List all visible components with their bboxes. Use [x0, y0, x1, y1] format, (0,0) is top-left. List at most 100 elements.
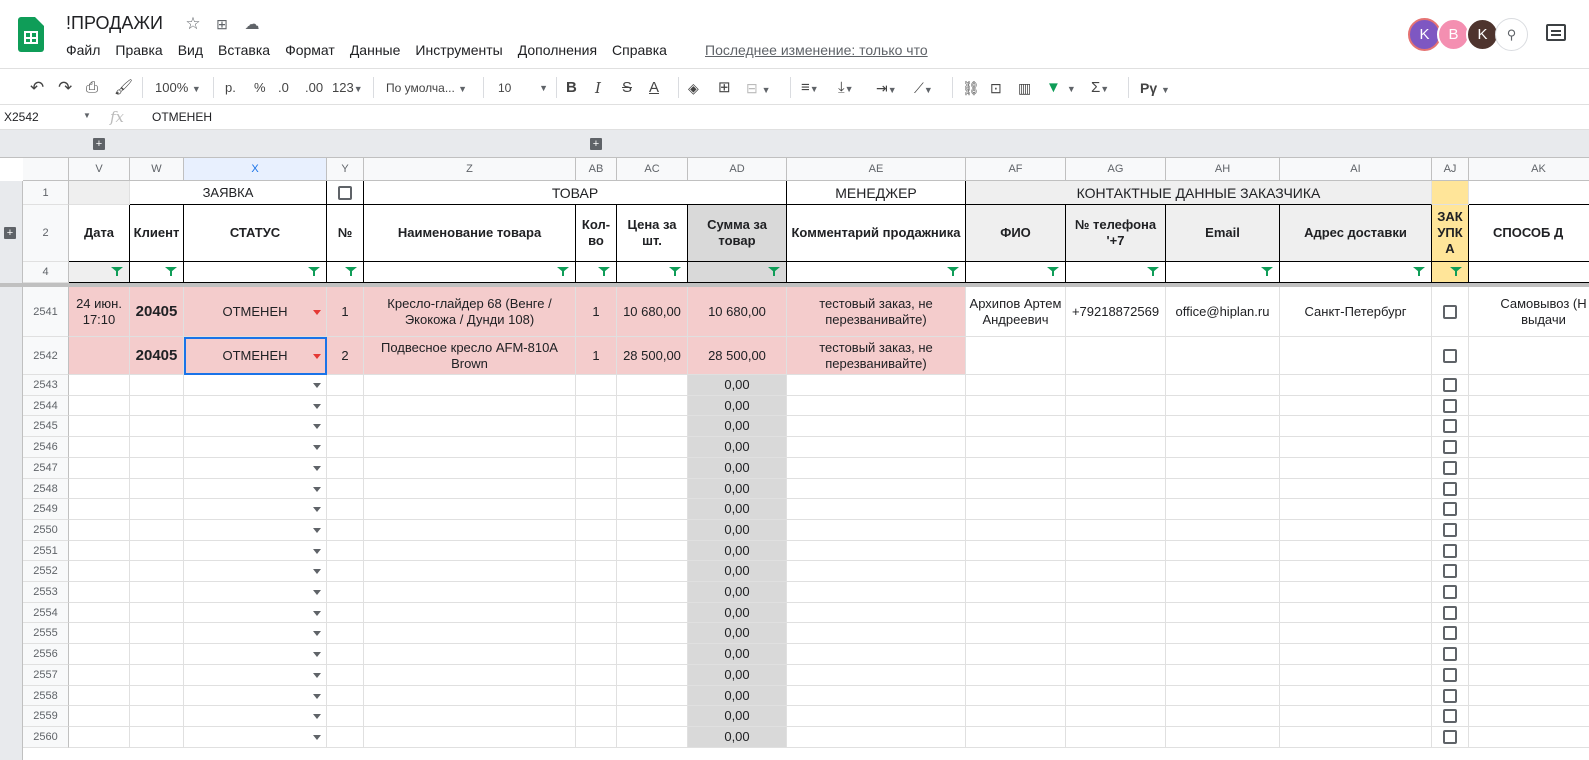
cell[interactable]: [787, 665, 966, 686]
cell[interactable]: [966, 706, 1066, 727]
row-header[interactable]: 2554: [23, 603, 69, 623]
group-header-zayavka[interactable]: ЗАЯВКА: [130, 181, 327, 205]
filter-icon[interactable]: [1147, 267, 1159, 276]
cell[interactable]: 0,00: [688, 665, 787, 686]
cell[interactable]: [1432, 479, 1469, 499]
percent-format-button[interactable]: %: [254, 78, 266, 98]
cell[interactable]: [364, 416, 576, 437]
column-title[interactable]: Дата: [69, 205, 130, 262]
cell[interactable]: [184, 541, 327, 561]
increase-decimal-button[interactable]: .00: [305, 78, 323, 98]
filter-cell[interactable]: [1280, 262, 1432, 283]
filter-cell[interactable]: [617, 262, 688, 283]
group-header-tovar[interactable]: ТОВАР: [364, 181, 787, 205]
menu-insert[interactable]: Вставка: [218, 42, 270, 58]
cell[interactable]: [184, 561, 327, 582]
cell[interactable]: [130, 582, 184, 603]
cell[interactable]: [1469, 686, 1589, 706]
cell[interactable]: [576, 375, 617, 396]
expand-group-icon[interactable]: +: [93, 138, 105, 150]
cell[interactable]: 28 500,00: [688, 337, 787, 375]
cell[interactable]: 0,00: [688, 561, 787, 582]
cell[interactable]: [1469, 561, 1589, 582]
row-header[interactable]: 2560: [23, 727, 69, 748]
cell[interactable]: [1066, 561, 1166, 582]
filter-cell[interactable]: [576, 262, 617, 283]
expand-group-icon[interactable]: +: [590, 138, 602, 150]
menu-file[interactable]: Файл: [66, 42, 100, 58]
filter-icon[interactable]: [308, 267, 320, 276]
checkbox[interactable]: [1443, 626, 1457, 640]
cell[interactable]: 0,00: [688, 479, 787, 499]
row-header[interactable]: 2543: [23, 375, 69, 396]
cell[interactable]: [966, 416, 1066, 437]
row-header[interactable]: 2555: [23, 623, 69, 644]
filter-cell[interactable]: [966, 262, 1066, 283]
cell[interactable]: [576, 623, 617, 644]
cell[interactable]: [1280, 499, 1432, 520]
filter-icon[interactable]: ▼ ▼: [1046, 78, 1076, 98]
cell[interactable]: [787, 623, 966, 644]
filter-cell[interactable]: [184, 262, 327, 283]
row-header[interactable]: 2542: [23, 337, 69, 375]
redo-icon[interactable]: ↷: [58, 78, 72, 98]
print-icon[interactable]: ⎙: [86, 78, 98, 98]
cell[interactable]: [69, 396, 130, 416]
cell[interactable]: [1166, 458, 1280, 479]
cell[interactable]: [1166, 337, 1280, 375]
row-header[interactable]: 2: [23, 205, 69, 262]
cell[interactable]: [1066, 337, 1166, 375]
cell[interactable]: [617, 603, 688, 623]
cell[interactable]: [184, 665, 327, 686]
cell[interactable]: [787, 686, 966, 706]
filter-cell[interactable]: [1432, 262, 1469, 283]
filter-icon[interactable]: [1261, 267, 1273, 276]
cell[interactable]: [364, 623, 576, 644]
italic-button[interactable]: I: [595, 78, 601, 98]
cell[interactable]: 0,00: [688, 499, 787, 520]
column-title[interactable]: Кол-во: [576, 205, 617, 262]
cell[interactable]: [576, 665, 617, 686]
cell[interactable]: [69, 479, 130, 499]
cell[interactable]: [1166, 686, 1280, 706]
cell[interactable]: [1066, 458, 1166, 479]
cell[interactable]: [576, 561, 617, 582]
column-header[interactable]: AI: [1280, 158, 1432, 181]
cell[interactable]: [1280, 541, 1432, 561]
column-title[interactable]: Email: [1166, 205, 1280, 262]
cell[interactable]: [1469, 458, 1589, 479]
insert-comment-icon[interactable]: ⊡: [990, 78, 1002, 98]
cell[interactable]: [576, 499, 617, 520]
cell[interactable]: [576, 582, 617, 603]
column-header[interactable]: V: [69, 158, 130, 181]
cell[interactable]: [364, 458, 576, 479]
checkbox[interactable]: [1443, 502, 1457, 516]
cell[interactable]: [184, 416, 327, 437]
cell[interactable]: [1280, 603, 1432, 623]
cell[interactable]: [69, 686, 130, 706]
text-rotate-icon[interactable]: ⟋▼: [914, 78, 933, 98]
cell[interactable]: [364, 396, 576, 416]
column-header[interactable]: AH: [1166, 158, 1280, 181]
cell[interactable]: [364, 727, 576, 748]
cell[interactable]: [1280, 479, 1432, 499]
cell[interactable]: [966, 337, 1066, 375]
menu-edit[interactable]: Правка: [115, 42, 162, 58]
column-title[interactable]: ЗАК УПК А: [1432, 205, 1469, 262]
row-header[interactable]: 2559: [23, 706, 69, 727]
cell[interactable]: [69, 727, 130, 748]
cell[interactable]: [617, 437, 688, 458]
cell[interactable]: [966, 437, 1066, 458]
cell[interactable]: [130, 665, 184, 686]
filter-cell[interactable]: [364, 262, 576, 283]
column-title[interactable]: № телефона '+7: [1066, 205, 1166, 262]
cell[interactable]: [1469, 665, 1589, 686]
cell[interactable]: [966, 479, 1066, 499]
cell[interactable]: [69, 582, 130, 603]
cell[interactable]: ОТМЕНЕН: [184, 287, 327, 337]
cell[interactable]: [1166, 541, 1280, 561]
checkbox[interactable]: [1443, 304, 1457, 319]
row-header[interactable]: 2553: [23, 582, 69, 603]
cell[interactable]: [1432, 686, 1469, 706]
filter-cell[interactable]: [1166, 262, 1280, 283]
